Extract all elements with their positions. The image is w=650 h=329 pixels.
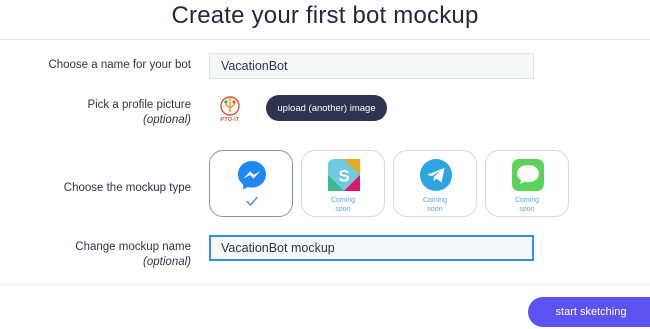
avatar-caption: PTO-IT — [220, 117, 240, 123]
header-divider — [0, 39, 650, 40]
telegram-icon — [420, 159, 452, 191]
messenger-icon — [238, 161, 266, 190]
mockup-name-label: Change mockup name (optional) — [75, 241, 191, 268]
imessage-icon — [512, 159, 544, 191]
start-sketching-button[interactable]: start sketching — [528, 297, 650, 327]
mockup-name-input[interactable] — [209, 235, 534, 261]
coming-soon-label: Coming soon — [514, 197, 540, 213]
footer-divider — [0, 284, 650, 285]
mockup-option-slack[interactable]: S Coming soon — [301, 150, 385, 217]
profile-picture-label: Pick a profile picture (optional) — [87, 99, 191, 126]
bot-name-input[interactable] — [209, 53, 534, 79]
page-title: Create your first bot mockup — [171, 2, 479, 29]
coming-soon-label: Coming soon — [422, 197, 448, 213]
profile-picture-optional: (optional) — [143, 114, 191, 126]
mockup-type-label: Choose the mockup type — [63, 182, 191, 194]
selected-check-icon — [246, 196, 258, 206]
slack-icon: S — [328, 159, 360, 191]
profile-avatar: PTO-IT — [216, 95, 244, 127]
bot-name-label: Choose a name for your bot — [48, 59, 191, 71]
coming-soon-label: Coming soon — [330, 197, 356, 213]
upload-image-button[interactable]: upload (another) image — [266, 95, 387, 121]
mockup-option-messenger[interactable] — [209, 150, 293, 217]
mockup-option-imessage[interactable]: Coming soon — [485, 150, 569, 217]
mockup-option-telegram[interactable]: Coming soon — [393, 150, 477, 217]
mockup-name-optional: (optional) — [143, 256, 191, 268]
svg-text:S: S — [338, 167, 349, 186]
